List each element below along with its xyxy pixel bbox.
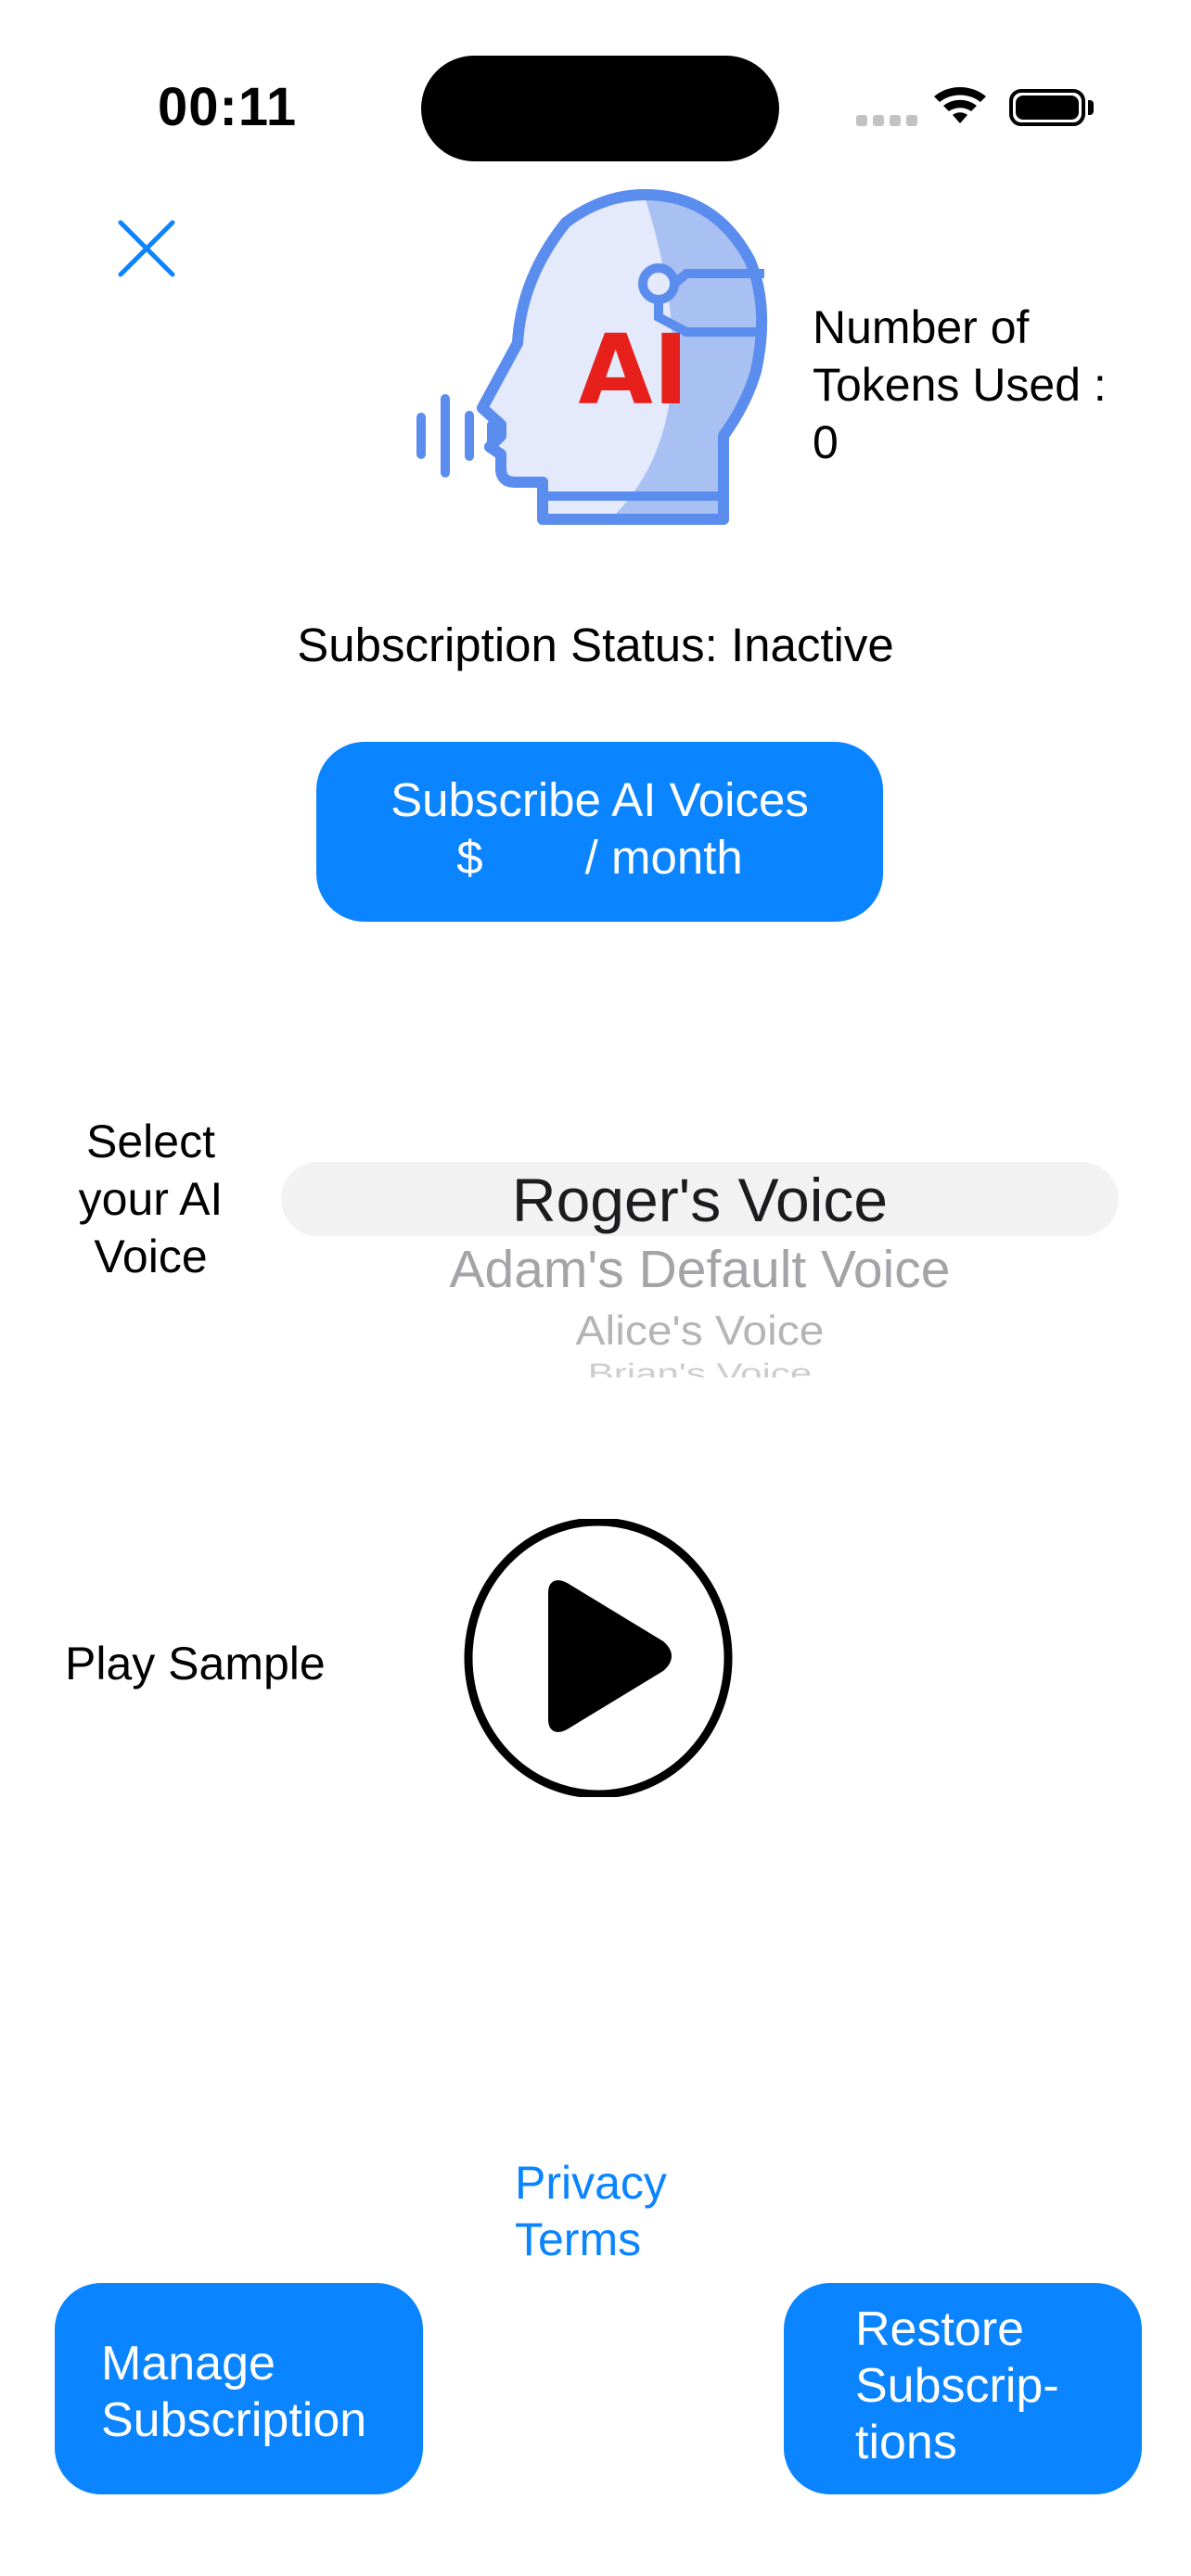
voice-option[interactable]: Adam's Default Voice bbox=[281, 1239, 1119, 1300]
manage-button-label: Manage bbox=[101, 2337, 275, 2391]
price-period: / month bbox=[584, 831, 743, 884]
subscribe-button[interactable]: Subscribe AI Voices $ / month bbox=[316, 742, 883, 922]
voice-option[interactable]: Alice's Voice bbox=[281, 1307, 1119, 1355]
select-voice-label: Select your AI Voice bbox=[56, 1113, 246, 1285]
tokens-label-line: Number of bbox=[813, 301, 1030, 353]
voice-option-selected[interactable]: Roger's Voice bbox=[281, 1165, 1119, 1235]
wifi-icon bbox=[934, 86, 986, 123]
subscribe-button-title: Subscribe AI Voices bbox=[391, 773, 809, 826]
tokens-used-label: Number of Tokens Used : 0 bbox=[813, 299, 1165, 471]
signal-dot bbox=[906, 115, 917, 126]
ai-head-logo: AI bbox=[416, 189, 768, 525]
restore-button-label: tions bbox=[855, 2416, 957, 2469]
tokens-label-line: Tokens Used : bbox=[813, 359, 1107, 411]
select-voice-label-line: your AI bbox=[78, 1173, 224, 1225]
voice-option[interactable]: Brian's Voice bbox=[281, 1358, 1119, 1378]
play-sample-label: Play Sample bbox=[65, 1638, 326, 1690]
restore-button-label: Restore bbox=[855, 2302, 1025, 2356]
battery-icon bbox=[1009, 89, 1085, 126]
dynamic-island bbox=[421, 56, 779, 161]
signal-dot bbox=[890, 115, 901, 126]
signal-dot bbox=[856, 115, 867, 126]
battery-tip bbox=[1088, 100, 1094, 115]
subscribe-button-price: $ / month bbox=[316, 829, 883, 886]
tokens-used-value: 0 bbox=[813, 416, 839, 468]
manage-subscription-button[interactable]: Manage Subscription bbox=[55, 2283, 423, 2494]
manage-button-label: Subscription bbox=[101, 2393, 367, 2447]
subscription-status: Subscription Status: Inactive bbox=[297, 618, 894, 671]
logo-text: AI bbox=[578, 313, 688, 427]
select-voice-label-line: Voice bbox=[94, 1231, 208, 1282]
status-time: 00:11 bbox=[158, 77, 298, 137]
close-icon[interactable] bbox=[108, 210, 186, 287]
privacy-link[interactable]: Privacy bbox=[515, 2156, 667, 2210]
restore-button-label: Subscrip- bbox=[855, 2359, 1059, 2413]
play-icon[interactable] bbox=[464, 1519, 733, 1797]
signal-dot bbox=[873, 115, 884, 126]
terms-link[interactable]: Terms bbox=[515, 2213, 641, 2266]
restore-subscriptions-button[interactable]: Restore Subscrip- tions bbox=[784, 2283, 1142, 2494]
price-currency: $ bbox=[456, 831, 483, 884]
select-voice-label-line: Select bbox=[86, 1116, 215, 1167]
